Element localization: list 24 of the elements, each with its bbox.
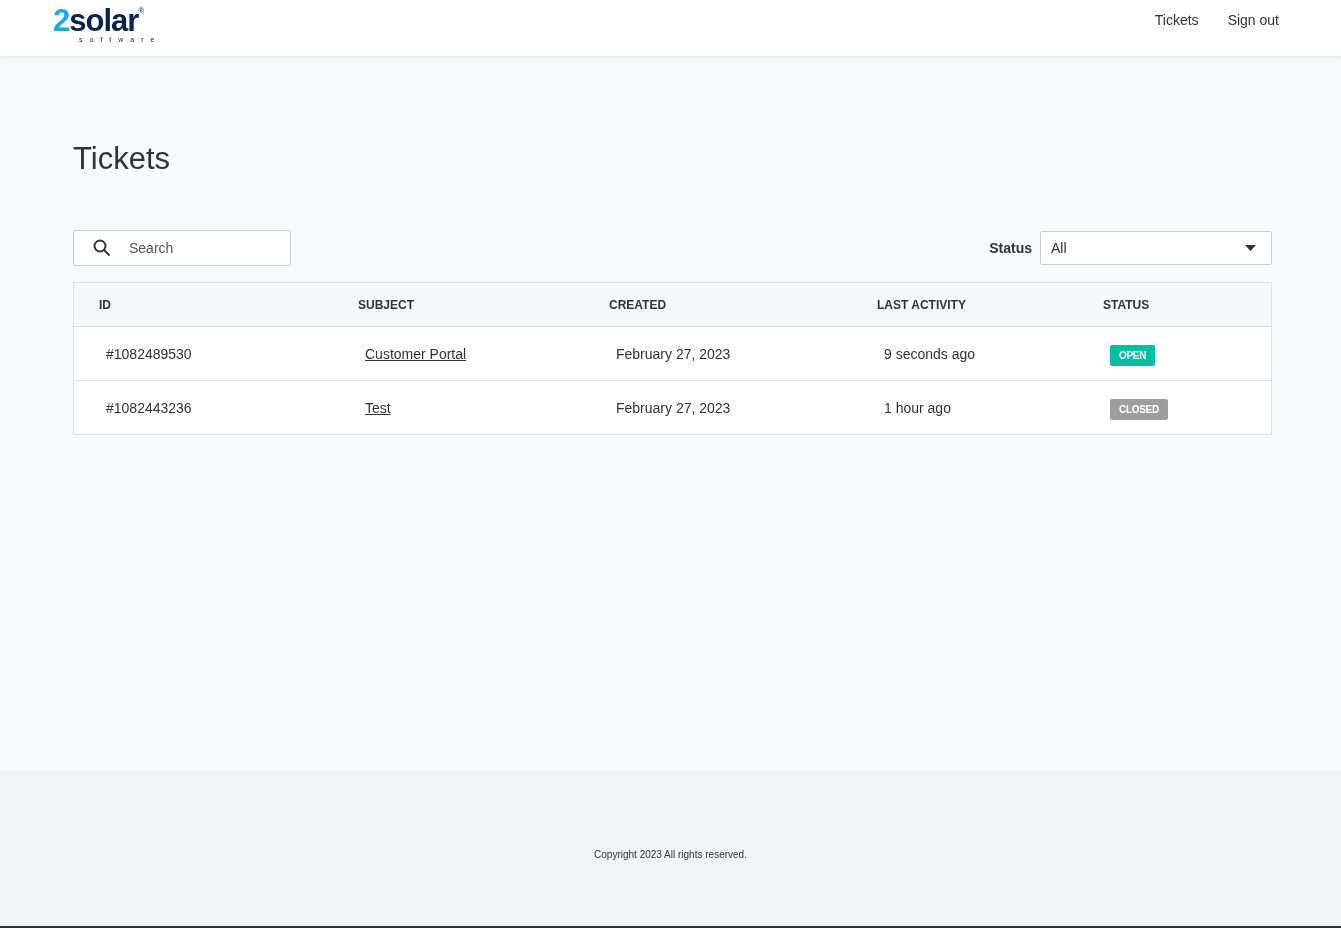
column-header: STATUS — [1102, 297, 1151, 312]
logo-wordmark: 2solar$^{®}$ — [53, 6, 144, 36]
ticket-id: #1082489530 — [105, 345, 193, 362]
nav-link[interactable]: Tickets — [1154, 12, 1199, 28]
page-title: Tickets — [73, 142, 172, 176]
status-badge: OPEN — [1110, 344, 1156, 366]
nav-link[interactable]: Sign out — [1227, 12, 1279, 28]
column-header: CREATED — [608, 297, 668, 312]
column-header: ID — [98, 297, 112, 312]
column-header: SUBJECT — [357, 297, 415, 312]
created-date: February 27, 2023 — [615, 345, 732, 362]
copyright-text: Copyright 2023 All rights reserved. — [594, 849, 747, 860]
ticket-subject-link[interactable]: Test — [365, 399, 391, 416]
last-activity: 1 hour ago — [883, 399, 952, 416]
status-filter-label: Status — [989, 240, 1032, 256]
status-badge: CLOSED — [1110, 398, 1168, 420]
search-field[interactable]: Search — [73, 230, 291, 266]
column-header: LAST ACTIVITY — [876, 297, 967, 312]
status-dropdown[interactable]: All — [1040, 231, 1272, 265]
caret-icon — [1245, 245, 1256, 251]
created-date: February 27, 2023 — [615, 399, 732, 416]
ticket-id: #1082443236 — [105, 399, 193, 416]
ticket-subject-link[interactable]: Customer Portal — [365, 345, 467, 362]
last-activity: 9 seconds ago — [883, 345, 977, 362]
